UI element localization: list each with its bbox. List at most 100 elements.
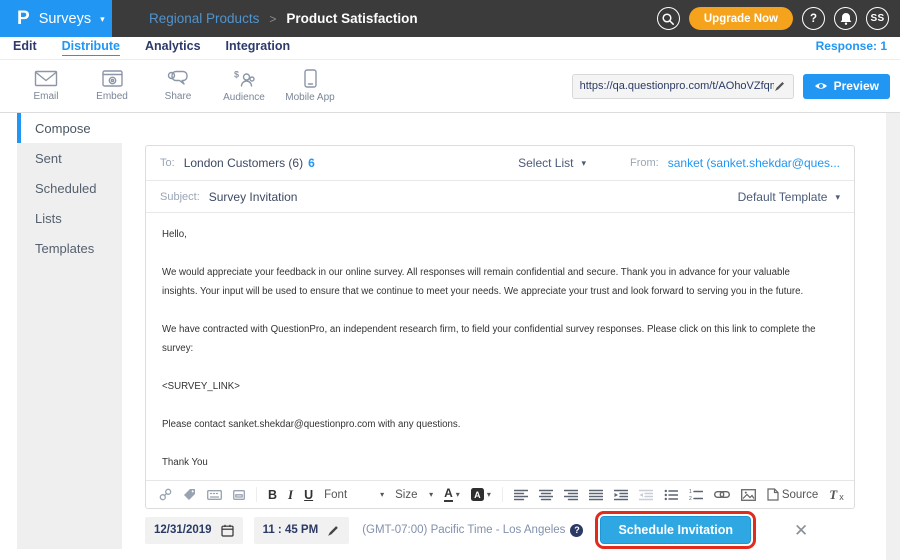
survey-url-field[interactable]: https://qa.questionpro.com/t/AOhoVZfqml — [572, 74, 794, 99]
from-label: From: — [630, 157, 659, 169]
compose-card: To: London Customers (6) 6 Select List ▾… — [145, 145, 855, 509]
insert-link-button[interactable] — [714, 490, 730, 499]
date-value: 12/31/2019 — [154, 524, 212, 536]
italic-button[interactable]: I — [288, 487, 293, 503]
email-body-line: <SURVEY_LINK> — [162, 377, 838, 396]
tab-edit[interactable]: Edit — [13, 39, 37, 55]
from-value[interactable]: sanket (sanket.shekdar@ques... — [668, 156, 840, 170]
channel-email[interactable]: Email — [13, 70, 79, 102]
top-header-bar: P Surveys ▾ Regional Products > Product … — [0, 0, 900, 37]
bullet-list-button[interactable] — [664, 489, 678, 501]
subject-value[interactable]: Survey Invitation — [209, 190, 298, 204]
subject-row: Subject: Survey Invitation Default Templ… — [146, 181, 854, 213]
keyboard-button[interactable] — [207, 490, 222, 500]
sidebar-item-sent[interactable]: Sent — [17, 143, 122, 173]
time-picker[interactable]: 11 : 45 PM — [254, 517, 350, 544]
bold-button[interactable]: B — [268, 488, 277, 502]
email-body-line: Thank You — [162, 453, 838, 472]
preview-button[interactable]: Preview — [803, 74, 890, 99]
email-paragraph: We would appreciate your feedback in our… — [162, 263, 838, 301]
align-left-button[interactable] — [514, 489, 528, 501]
size-dropdown[interactable]: Size ▾ — [395, 489, 433, 501]
toolbar-separator — [256, 487, 257, 502]
timezone-help-button[interactable]: ? — [570, 524, 583, 537]
numbered-list-button[interactable]: 12 — [689, 489, 703, 501]
sidebar-item-templates[interactable]: Templates — [17, 233, 122, 263]
svg-text:1: 1 — [689, 489, 692, 495]
remove-format-button[interactable]: T x — [829, 487, 843, 503]
email-body-line: Please contact sanket.shekdar@questionpr… — [162, 415, 838, 434]
calendar-icon — [221, 524, 234, 537]
audience-icon: $ — [233, 70, 256, 88]
select-list-dropdown[interactable]: Select List ▾ — [518, 156, 586, 170]
survey-tabbar: Edit Distribute Analytics Integration Re… — [0, 37, 900, 60]
survey-url-text: https://qa.questionpro.com/t/AOhoVZfqml — [580, 80, 774, 92]
help-button[interactable]: ? — [802, 7, 825, 30]
tab-analytics[interactable]: Analytics — [145, 39, 201, 55]
chevron-down-icon: ▾ — [835, 193, 840, 202]
email-paragraph: Please contact sanket.shekdar@questionpr… — [162, 415, 838, 434]
channel-mobile-app[interactable]: Mobile App — [277, 69, 343, 103]
schedule-invitation-button[interactable]: Schedule Invitation — [600, 516, 751, 544]
breadcrumb-current: Product Satisfaction — [286, 11, 417, 26]
align-right-icon — [564, 489, 578, 501]
to-value[interactable]: London Customers (6) — [184, 156, 303, 170]
bullet-list-icon — [664, 489, 678, 501]
align-right-button[interactable] — [564, 489, 578, 501]
email-body-line: Hello, — [162, 225, 838, 244]
channel-embed[interactable]: Embed — [79, 70, 145, 102]
template-label: Default Template — [738, 190, 828, 204]
justify-button[interactable] — [589, 489, 603, 501]
breadcrumb-parent[interactable]: Regional Products — [149, 11, 259, 26]
sidebar-item-scheduled[interactable]: Scheduled — [17, 173, 122, 203]
preview-label: Preview — [834, 79, 879, 93]
align-center-button[interactable] — [539, 489, 553, 501]
tag-button[interactable] — [183, 488, 196, 501]
text-color-button[interactable]: A ▾ — [444, 487, 460, 502]
tab-distribute[interactable]: Distribute — [62, 39, 120, 56]
widget-button[interactable] — [233, 490, 245, 500]
sidebar-item-compose[interactable]: Compose — [17, 113, 122, 143]
numbered-list-icon: 12 — [689, 489, 703, 501]
search-icon — [662, 13, 674, 25]
channel-label: Email — [33, 91, 58, 102]
response-count: Response: 1 — [816, 39, 887, 53]
chevron-down-icon: ▾ — [380, 490, 384, 499]
align-center-icon — [539, 489, 553, 501]
avatar[interactable]: SS — [866, 7, 889, 30]
date-picker[interactable]: 12/31/2019 — [145, 517, 243, 544]
decrease-indent-button[interactable] — [639, 489, 653, 501]
chevron-down-icon: ▾ — [456, 490, 460, 499]
upgrade-now-button[interactable]: Upgrade Now — [689, 7, 793, 30]
tab-integration[interactable]: Integration — [226, 39, 291, 55]
edit-pencil-icon[interactable] — [774, 80, 786, 92]
sidebar-item-lists[interactable]: Lists — [17, 203, 122, 233]
source-document-icon — [767, 488, 779, 501]
time-value: 11 : 45 PM — [263, 524, 319, 536]
increase-indent-icon — [614, 489, 628, 501]
email-body-editor[interactable]: Hello, We would appreciate your feedback… — [146, 213, 854, 480]
search-button[interactable] — [657, 7, 680, 30]
insert-image-button[interactable] — [741, 489, 756, 501]
remove-format-icon: T — [829, 487, 837, 503]
app-window: P Surveys ▾ Regional Products > Product … — [0, 0, 900, 560]
product-menu[interactable]: P Surveys ▾ — [0, 0, 112, 37]
close-icon[interactable]: ✕ — [794, 522, 808, 539]
chevron-down-icon: ▾ — [487, 490, 491, 499]
channel-share[interactable]: Share — [145, 70, 211, 102]
svg-text:$: $ — [234, 70, 239, 80]
template-dropdown[interactable]: Default Template ▾ — [738, 190, 840, 204]
insert-variable-button[interactable] — [159, 488, 172, 501]
vertical-scrollbar[interactable] — [886, 113, 900, 560]
share-icon — [167, 70, 190, 87]
font-dropdown[interactable]: Font ▾ — [324, 489, 384, 501]
source-button[interactable]: Source — [767, 488, 818, 501]
increase-indent-button[interactable] — [614, 489, 628, 501]
channel-audience[interactable]: $ Audience — [211, 70, 277, 103]
edit-pencil-icon[interactable] — [327, 524, 340, 537]
underline-button[interactable]: U — [304, 488, 313, 502]
notifications-button[interactable] — [834, 7, 857, 30]
background-color-button[interactable]: A ▾ — [471, 488, 491, 501]
embed-icon — [102, 70, 123, 87]
channel-toolbar: Email Embed Share $ A — [0, 60, 900, 113]
